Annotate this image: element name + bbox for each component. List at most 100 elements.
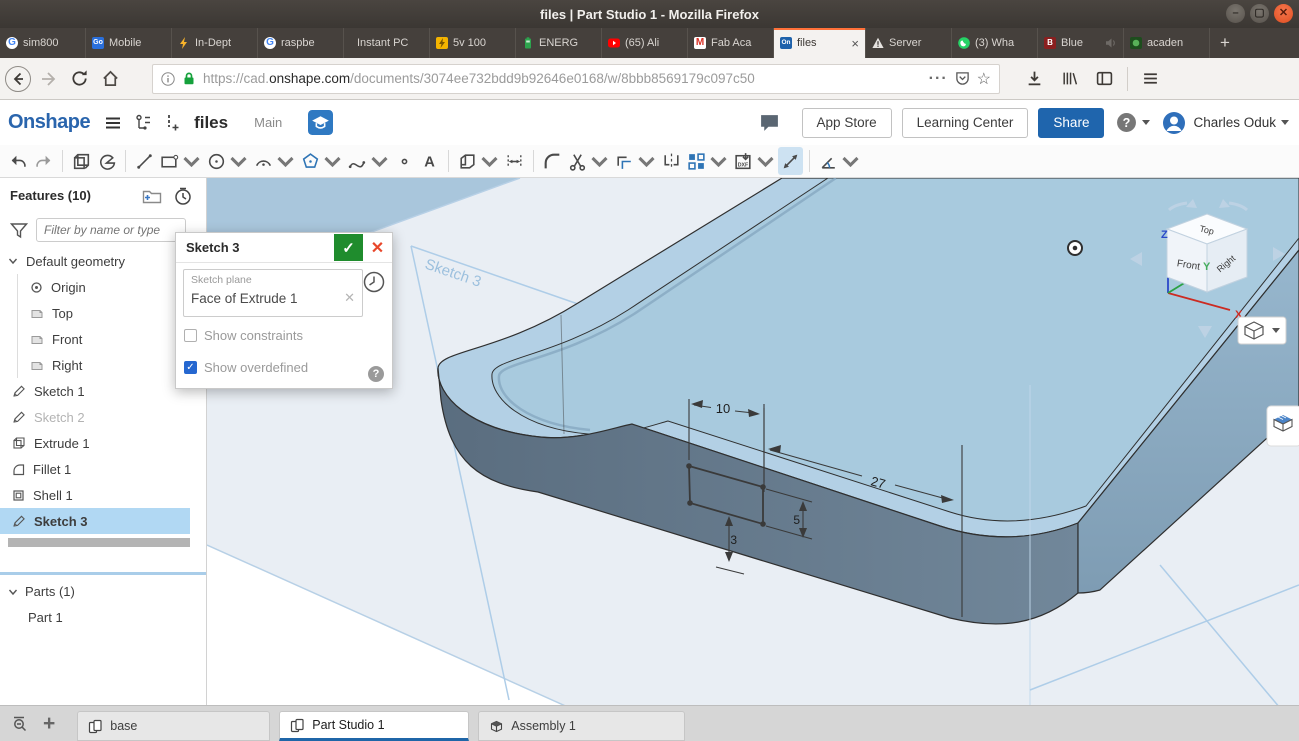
use-project-tool-icon[interactable]: [455, 147, 502, 175]
extrude-tool-icon[interactable]: [69, 147, 94, 175]
text-tool-icon[interactable]: A: [417, 147, 442, 175]
trim-tool-icon[interactable]: [565, 147, 612, 175]
polygon-tool-icon[interactable]: [298, 147, 345, 175]
reload-button[interactable]: [70, 69, 89, 88]
new-folder-icon[interactable]: [142, 187, 162, 205]
learning-center-button[interactable]: Learning Center: [901, 107, 1029, 138]
feature-item-fillet-1[interactable]: Fillet 1: [0, 456, 206, 482]
bookmark-star-icon[interactable]: ☆: [977, 69, 991, 89]
page-actions-icon[interactable]: ···: [929, 70, 948, 88]
browser-tab-acaden[interactable]: acaden: [1124, 28, 1210, 58]
distance-tool-icon[interactable]: [502, 147, 527, 175]
browser-tab-in-dept[interactable]: In-Dept: [172, 28, 258, 58]
learning-cap-icon[interactable]: [308, 110, 334, 135]
page-info-icon[interactable]: [161, 71, 175, 86]
document-menu-icon[interactable]: [104, 114, 122, 132]
circle-tool-icon[interactable]: [204, 147, 251, 175]
tab-close-icon[interactable]: ×: [851, 36, 859, 51]
import-dxf-tool-icon[interactable]: DXF: [731, 147, 778, 175]
versions-icon[interactable]: [134, 113, 153, 132]
filter-icon[interactable]: [10, 222, 28, 239]
help-icon[interactable]: ?: [1116, 112, 1137, 133]
app-store-button[interactable]: App Store: [801, 107, 892, 138]
feature-item-sketch-3[interactable]: Sketch 3: [0, 508, 190, 534]
pattern-tool-icon[interactable]: [684, 147, 731, 175]
rollback-history-icon[interactable]: [174, 187, 192, 205]
line-tool-icon[interactable]: [132, 147, 157, 175]
user-caret-icon[interactable]: [1281, 120, 1289, 125]
user-name[interactable]: Charles Oduk: [1193, 115, 1276, 130]
studio-tab-base[interactable]: base: [77, 711, 271, 741]
browser-tab--65-ali[interactable]: (65) Ali: [602, 28, 688, 58]
rectangle-tool-icon[interactable]: [157, 147, 204, 175]
window-close-button[interactable]: ✕: [1274, 4, 1293, 23]
browser-tab-energ[interactable]: ENERG: [516, 28, 602, 58]
forward-button[interactable]: [38, 68, 60, 90]
add-tab-icon[interactable]: +: [43, 712, 55, 736]
spline-tool-icon[interactable]: [345, 147, 392, 175]
menu-hamburger-icon[interactable]: [1142, 70, 1159, 87]
offset-tool-icon[interactable]: [612, 147, 659, 175]
browser-tab-sim800[interactable]: Gsim800: [0, 28, 86, 58]
fillet-tool-icon[interactable]: [540, 147, 565, 175]
home-button[interactable]: [101, 69, 120, 88]
studio-tab-assembly-1[interactable]: Assembly 1: [478, 711, 686, 741]
origin-marker[interactable]: [1067, 240, 1083, 256]
browser-tab-instant-pc[interactable]: Instant PC: [344, 28, 430, 58]
browser-tab-files[interactable]: On files ×: [774, 28, 866, 58]
download-icon[interactable]: [1026, 70, 1043, 87]
undo-tool-icon[interactable]: [6, 147, 31, 175]
pocket-icon[interactable]: [955, 71, 970, 86]
show-overdefined-checkbox[interactable]: ✓: [184, 361, 197, 374]
window-maximize-button[interactable]: ▢: [1250, 4, 1269, 23]
constraint-tool-icon[interactable]: [816, 147, 863, 175]
dialog-help-icon[interactable]: ?: [368, 366, 384, 382]
dim-10-value[interactable]: 10: [716, 401, 730, 416]
panel-splitter[interactable]: [0, 572, 206, 575]
bom-flyout-tab[interactable]: [1266, 405, 1299, 447]
https-lock-icon[interactable]: [182, 71, 196, 86]
feature-item-sketch-2[interactable]: Sketch 2: [0, 404, 206, 430]
dialog-cancel-button[interactable]: ✕: [363, 234, 392, 261]
mirror-tool-icon[interactable]: [659, 147, 684, 175]
new-tab-button[interactable]: +: [1210, 28, 1240, 58]
onshape-logo[interactable]: Onshape: [8, 111, 91, 134]
workspace-name[interactable]: Main: [254, 115, 282, 130]
rollback-bar[interactable]: [8, 538, 190, 547]
feature-item-extrude-1[interactable]: Extrude 1: [0, 430, 206, 456]
redo-tool-icon[interactable]: [31, 147, 56, 175]
studio-tab-part-studio-1[interactable]: Part Studio 1: [279, 711, 470, 741]
help-caret-icon[interactable]: [1142, 120, 1151, 125]
history-clock-icon[interactable]: [363, 271, 385, 293]
share-button[interactable]: Share: [1038, 107, 1105, 138]
url-bar[interactable]: https://cad.onshape.com/documents/3074ee…: [152, 63, 1000, 94]
sidebar-toggle-icon[interactable]: [1096, 70, 1113, 87]
library-icon[interactable]: [1061, 70, 1078, 87]
parts-section-header[interactable]: Parts (1): [8, 584, 75, 599]
browser-tab-5v-100[interactable]: 5v 100: [430, 28, 516, 58]
dimension-tool-icon[interactable]: [778, 147, 803, 175]
browser-tab-fab-aca[interactable]: M Fab Aca: [688, 28, 774, 58]
dialog-confirm-button[interactable]: ✓: [334, 234, 363, 261]
show-overdefined-row[interactable]: ✓ Show overdefined: [184, 360, 308, 375]
show-constraints-checkbox[interactable]: [184, 329, 197, 342]
arc-tool-icon[interactable]: [251, 147, 298, 175]
dim-3-value[interactable]: 3: [730, 533, 737, 547]
feature-item-shell-1[interactable]: Shell 1: [0, 482, 206, 508]
search-tabs-icon[interactable]: [12, 714, 31, 733]
sketch-plane-field[interactable]: Sketch plane Face of Extrude 1 ✕: [183, 269, 363, 317]
show-constraints-row[interactable]: Show constraints: [184, 328, 303, 343]
create-version-icon[interactable]: [163, 113, 180, 132]
browser-tab-blue[interactable]: B Blue: [1038, 28, 1124, 58]
filter-input[interactable]: [36, 218, 186, 242]
point-tool-icon[interactable]: [392, 147, 417, 175]
dim-5-value[interactable]: 5: [793, 513, 800, 527]
comment-icon[interactable]: [759, 112, 780, 133]
back-button[interactable]: [4, 65, 32, 93]
browser-tab-server[interactable]: Server: [866, 28, 952, 58]
browser-tab-raspbe[interactable]: Graspbe: [258, 28, 344, 58]
window-minimize-button[interactable]: –: [1226, 4, 1245, 23]
clear-selection-icon[interactable]: ✕: [344, 290, 355, 306]
view-options-button[interactable]: [1237, 316, 1287, 345]
browser-tab-mobile[interactable]: Go Mobile: [86, 28, 172, 58]
